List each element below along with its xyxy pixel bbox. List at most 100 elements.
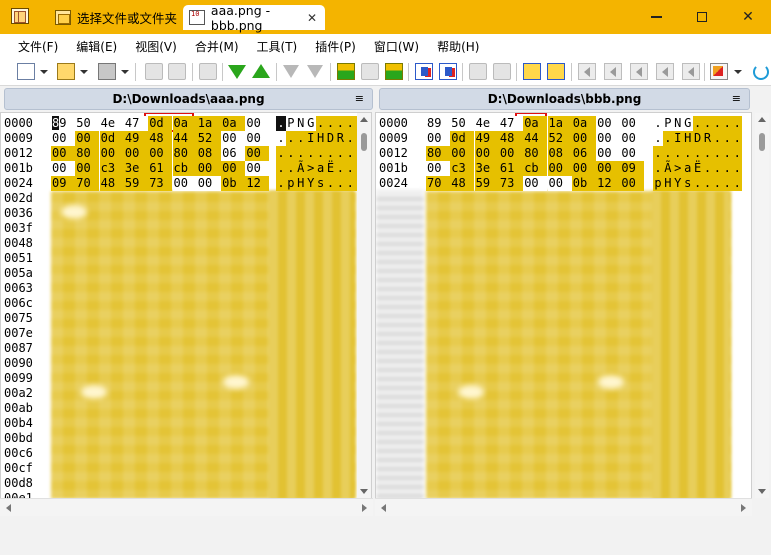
hex-byte[interactable]: 0a	[172, 116, 197, 131]
ascii-char[interactable]: .	[653, 161, 663, 176]
left-header-menu-icon[interactable]: ≡	[355, 92, 364, 105]
winmerge-app-icon[interactable]	[11, 8, 29, 24]
hex-byte[interactable]: 00	[172, 176, 197, 191]
ascii-char[interactable]: .	[732, 161, 743, 176]
tab-file-compare[interactable]: aaa.png - bbb.png ✕	[183, 3, 325, 33]
hex-byte[interactable]: 00	[571, 131, 596, 146]
right-vertical-scrollbar[interactable]	[755, 113, 769, 498]
ascii-char[interactable]: .	[653, 146, 663, 161]
ascii-char[interactable]: G	[305, 116, 316, 131]
ascii-char[interactable]: N	[295, 116, 306, 131]
ascii-char[interactable]: .	[722, 161, 733, 176]
ascii-char[interactable]: .	[702, 161, 713, 176]
hex-byte[interactable]: 00	[148, 146, 173, 161]
copy-left-advance-icon[interactable]	[493, 63, 511, 80]
hex-byte[interactable]: 12	[245, 176, 270, 191]
ascii-char[interactable]: .	[276, 146, 286, 161]
previous-conflict-icon[interactable]	[307, 65, 323, 78]
left-hex-pane[interactable]: 0000 0009 0012 001b 0024 002d 0036 003f 0048 0051…	[0, 112, 372, 499]
ascii-char[interactable]: .	[653, 131, 663, 146]
scroll-right-icon[interactable]	[362, 504, 367, 512]
ascii-char[interactable]: .	[712, 176, 723, 191]
all-right-icon[interactable]	[523, 63, 541, 80]
ascii-char[interactable]: p	[653, 176, 663, 191]
ascii-char[interactable]: H	[662, 176, 673, 191]
scroll-up-icon[interactable]	[758, 117, 766, 122]
hex-byte[interactable]: 00	[245, 116, 270, 131]
copy-left-icon[interactable]	[439, 63, 457, 80]
close-button[interactable]: ✕	[735, 6, 761, 28]
first-file-icon[interactable]	[578, 63, 596, 80]
hex-byte[interactable]: cb	[172, 161, 197, 176]
scroll-right-icon[interactable]	[741, 504, 746, 512]
hex-byte[interactable]: 00	[620, 116, 645, 131]
ascii-char[interactable]: .	[702, 116, 713, 131]
hex-byte[interactable]: 09	[51, 176, 75, 191]
ascii-char[interactable]: Y	[672, 176, 683, 191]
scroll-thumb[interactable]	[361, 133, 367, 151]
ascii-char[interactable]: .	[345, 131, 356, 146]
hex-byte[interactable]: 09	[620, 161, 645, 176]
previous-difference-icon[interactable]	[252, 64, 270, 78]
hex-byte[interactable]: 73	[498, 176, 523, 191]
right-hex-pane[interactable]: 0000 0009 0012 001b 0024 89 50 4e 47 0a 1a 0a 00 00. P…	[375, 112, 752, 499]
ascii-char[interactable]: .	[702, 146, 713, 161]
ascii-char[interactable]: .	[692, 146, 703, 161]
ascii-char[interactable]: .	[285, 131, 296, 146]
hex-byte[interactable]: 00	[426, 131, 450, 146]
hex-byte[interactable]: 00	[596, 116, 621, 131]
left-vertical-scrollbar[interactable]	[357, 113, 371, 498]
previous-file-icon[interactable]	[604, 63, 622, 80]
ascii-char[interactable]: .	[682, 146, 693, 161]
hex-byte[interactable]: 08	[547, 146, 572, 161]
save-icon[interactable]	[98, 63, 116, 80]
hex-byte[interactable]: 00	[450, 146, 475, 161]
new-dropdown-icon[interactable]	[40, 70, 48, 74]
ascii-char[interactable]: a	[315, 161, 326, 176]
hex-byte[interactable]: 73	[148, 176, 173, 191]
ascii-char[interactable]: .	[345, 146, 356, 161]
ascii-char[interactable]: .	[712, 131, 723, 146]
hex-byte[interactable]: 59	[123, 176, 148, 191]
tab-select-files[interactable]: 选择文件或文件夹	[49, 5, 179, 30]
hex-byte[interactable]: 3e	[474, 161, 499, 176]
scroll-down-icon[interactable]	[758, 489, 766, 494]
ascii-char[interactable]: .	[692, 176, 703, 191]
hex-byte[interactable]: 00	[474, 146, 499, 161]
ascii-char[interactable]: Ë	[325, 161, 336, 176]
ascii-char[interactable]: .	[672, 146, 683, 161]
all-left-icon[interactable]	[547, 63, 565, 80]
hex-byte[interactable]: 48	[498, 131, 523, 146]
hex-byte[interactable]: 00	[620, 176, 645, 191]
ascii-char[interactable]: Ã	[662, 161, 673, 176]
right-file-header[interactable]: D:\Downloads\bbb.png ≡	[379, 88, 750, 110]
current-file-icon[interactable]	[630, 63, 648, 80]
next-difference-icon[interactable]	[228, 65, 246, 79]
ascii-char[interactable]: .	[722, 176, 733, 191]
ascii-char[interactable]: .	[722, 131, 733, 146]
copy-right-advance-icon[interactable]	[469, 63, 487, 80]
ascii-char[interactable]: .	[662, 146, 673, 161]
ascii-char[interactable]: Ë	[692, 161, 703, 176]
options-dropdown-icon[interactable]	[734, 70, 742, 74]
ascii-char[interactable]: .	[276, 131, 286, 146]
tab-close-icon[interactable]: ✕	[307, 11, 317, 25]
ascii-char[interactable]: .	[315, 146, 326, 161]
hex-byte[interactable]: 00	[547, 176, 572, 191]
menu-view[interactable]: 视图(V)	[135, 38, 177, 55]
hex-byte[interactable]: 00	[196, 161, 221, 176]
hex-byte[interactable]: 00	[75, 131, 100, 146]
ascii-char[interactable]: .	[325, 176, 336, 191]
ascii-char[interactable]: s	[682, 176, 693, 191]
ascii-char[interactable]: .	[732, 176, 743, 191]
ascii-char[interactable]: >	[305, 161, 316, 176]
hex-byte[interactable]: 4e	[99, 116, 124, 131]
ascii-char[interactable]: .	[276, 176, 286, 191]
ascii-char[interactable]: .	[335, 161, 346, 176]
ascii-char[interactable]: .	[335, 146, 346, 161]
hex-byte[interactable]: 47	[498, 116, 523, 131]
hex-byte[interactable]: 52	[196, 131, 221, 146]
hex-byte[interactable]: 00	[51, 161, 75, 176]
ascii-char[interactable]: >	[672, 161, 683, 176]
right-header-menu-icon[interactable]: ≡	[732, 92, 741, 105]
